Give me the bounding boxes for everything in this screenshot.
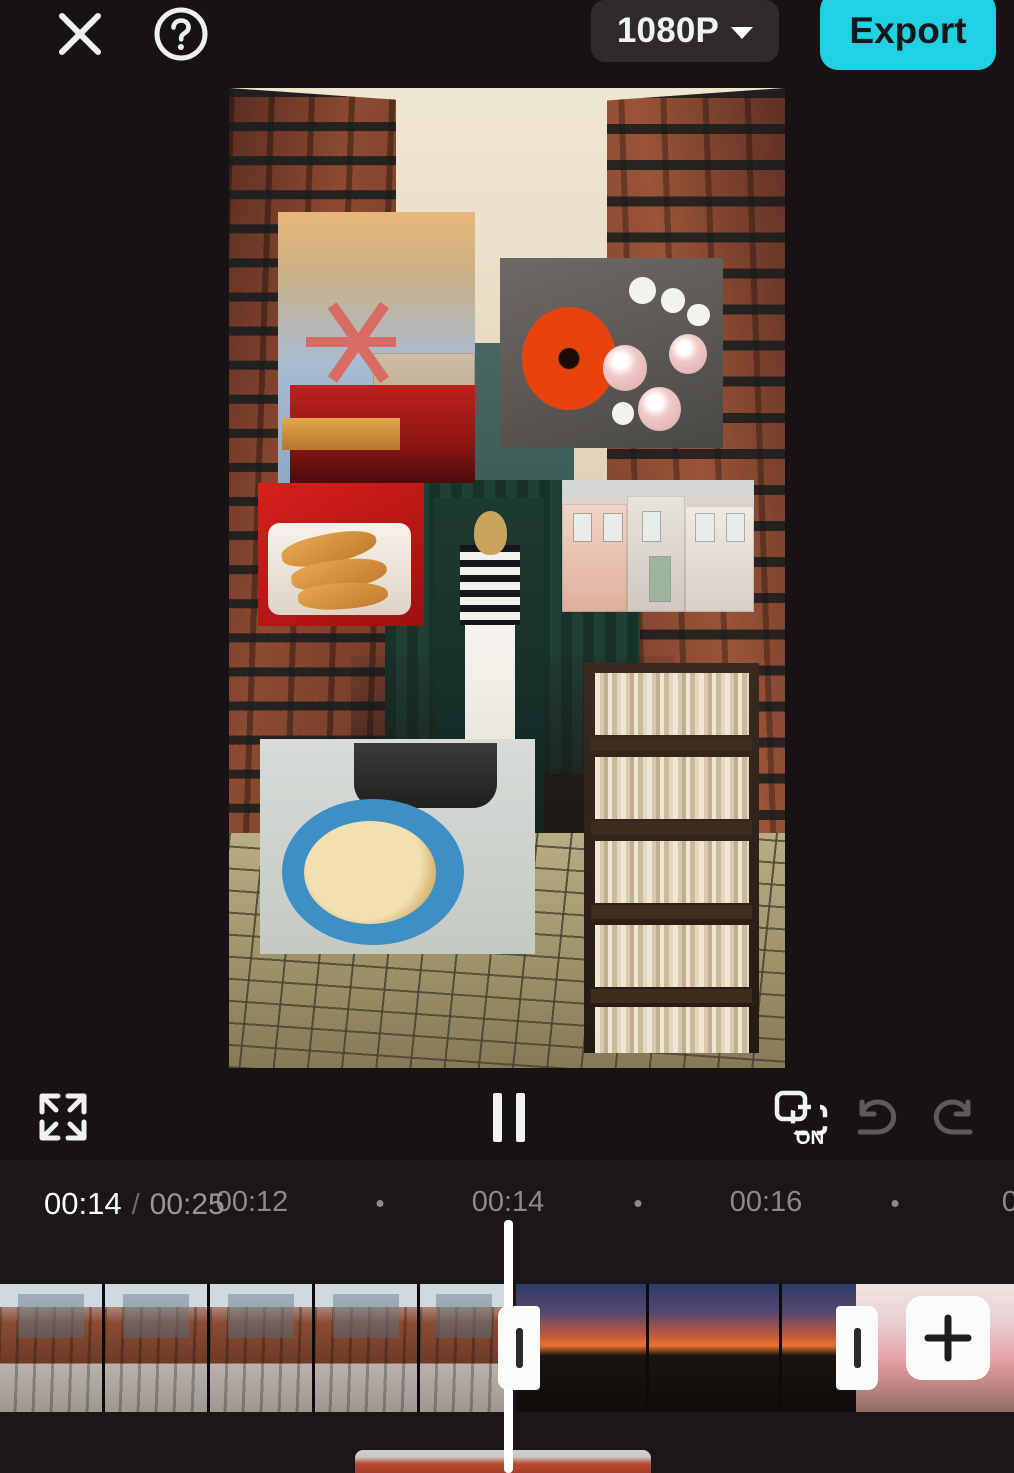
add-media-button[interactable] — [906, 1296, 990, 1380]
rose — [638, 387, 681, 431]
resolution-selector[interactable]: 1080P — [591, 0, 779, 62]
collage-photo-croissants[interactable] — [258, 483, 424, 626]
collage-photo-books[interactable] — [584, 663, 759, 1053]
ruler-tick-dot — [891, 1200, 899, 1207]
top-header-bar: 1080P Export — [0, 0, 1014, 76]
current-time: 00:14 — [44, 1186, 122, 1221]
time-readout: 00:14 / 00:25 — [44, 1186, 225, 1222]
editor-root: 1080P Export ON 00:12 00:14 00:16 0 00:1… — [0, 0, 1014, 1473]
babys-breath — [687, 303, 710, 327]
ruler-tick-label: 00:12 — [215, 1186, 289, 1218]
export-button-label: Export — [849, 10, 967, 51]
babys-breath — [660, 288, 686, 314]
player-control-bar: ON — [0, 1072, 1014, 1160]
collage-photo-windmill[interactable] — [278, 212, 475, 483]
shelf — [591, 989, 752, 1003]
window — [573, 514, 591, 541]
fullscreen-expand-icon[interactable] — [32, 1086, 94, 1148]
window — [696, 514, 714, 541]
chevron-down-icon — [731, 27, 754, 39]
shelf — [591, 821, 752, 835]
resolution-label: 1080P — [616, 11, 720, 50]
pause-bar-right — [516, 1092, 525, 1142]
total-duration: 00:25 — [149, 1188, 225, 1221]
trim-grip — [853, 1328, 861, 1368]
export-button[interactable]: Export — [820, 0, 996, 70]
book-row — [594, 841, 749, 903]
ruler-tick-dot — [634, 1200, 642, 1207]
collage-photo-pizza[interactable] — [260, 739, 535, 954]
gerbera-flower — [522, 307, 616, 410]
clip-frame — [105, 1284, 207, 1412]
close-icon[interactable] — [52, 6, 108, 62]
book-row — [594, 1007, 749, 1053]
time-separator: / — [131, 1189, 140, 1221]
window — [642, 511, 660, 541]
trim-handle-right[interactable] — [836, 1306, 878, 1390]
clip-frame — [315, 1284, 417, 1412]
secondary-clip-row[interactable] — [355, 1450, 651, 1473]
window — [604, 514, 622, 541]
clip-frame — [0, 1284, 102, 1412]
help-icon[interactable] — [152, 5, 210, 63]
timeline-clip[interactable] — [0, 1284, 508, 1412]
ruler-tick-label: 0 — [1001, 1186, 1014, 1218]
book-row — [594, 925, 749, 987]
trim-handle-left[interactable] — [498, 1306, 540, 1390]
timeline-panel[interactable]: 00:12 00:14 00:16 0 00:14 / 00:25 — [0, 1160, 1014, 1473]
ruler-tick-label: 00:16 — [729, 1186, 803, 1218]
door — [650, 556, 670, 602]
book-row — [594, 673, 749, 735]
ruler-tick-label: 00:14 — [471, 1186, 545, 1218]
clip-frame — [420, 1284, 508, 1412]
rose — [602, 345, 648, 391]
shelf — [591, 737, 752, 751]
plus-icon — [924, 1314, 972, 1362]
snap-toggle-icon[interactable]: ON — [768, 1084, 834, 1150]
snap-state-label: ON — [796, 1128, 825, 1149]
window — [727, 514, 745, 541]
clip-frame — [210, 1284, 312, 1412]
undo-icon[interactable] — [848, 1088, 906, 1146]
pause-icon[interactable] — [478, 1084, 540, 1150]
ruler-tick-dot — [376, 1200, 384, 1207]
babys-breath — [611, 402, 634, 426]
redo-icon[interactable] — [924, 1088, 982, 1146]
babys-breath — [629, 277, 657, 304]
timeline-clip[interactable] — [516, 1284, 856, 1412]
book-row — [594, 757, 749, 819]
serving-pan — [353, 743, 497, 808]
pause-bar-left — [493, 1092, 502, 1142]
girl-hair — [473, 511, 507, 555]
collage-photo-flowers[interactable] — [500, 258, 723, 448]
video-preview-canvas[interactable] — [229, 88, 785, 1068]
flatbread — [304, 820, 436, 924]
girl-striped-top — [460, 544, 520, 626]
trim-grip — [515, 1328, 523, 1368]
shelf — [591, 905, 752, 919]
windmill-awning — [281, 417, 401, 451]
collage-photo-street[interactable] — [562, 480, 754, 612]
clip-frame — [649, 1284, 779, 1412]
